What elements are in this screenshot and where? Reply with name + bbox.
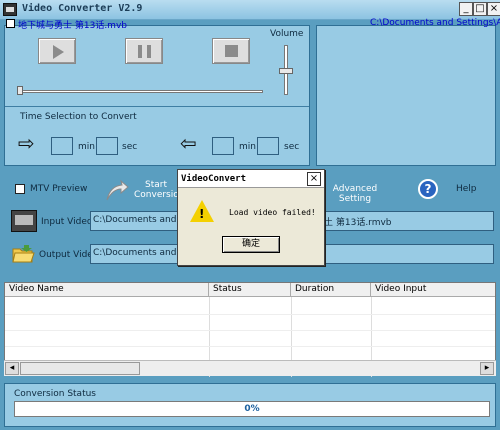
minimize-button[interactable]: _ <box>459 2 473 16</box>
advanced-setting-label-line1: Advanced <box>332 184 378 194</box>
video-preview-area <box>316 25 496 166</box>
volume-slider-thumb[interactable] <box>279 68 293 74</box>
column-header-video-name[interactable]: Video Name <box>5 283 209 297</box>
help-label[interactable]: Help <box>456 184 477 194</box>
play-icon <box>53 45 64 59</box>
column-header-status[interactable]: Status <box>209 283 291 297</box>
advanced-setting-button[interactable]: Advanced Setting <box>330 184 380 204</box>
start-min-label: min <box>78 142 95 152</box>
end-time-arrow-icon[interactable]: ⇦ <box>180 133 197 153</box>
mtv-preview-label: MTV Preview <box>30 184 88 194</box>
window-title: Video Converter V2.9 <box>22 3 143 14</box>
dialog-close-button[interactable]: × <box>307 172 321 186</box>
pause-button[interactable] <box>125 38 163 64</box>
scroll-left-icon[interactable]: ◂ <box>5 362 19 375</box>
start-conversion-icon[interactable] <box>104 178 130 204</box>
scroll-right-icon[interactable]: ▸ <box>480 362 494 375</box>
end-min-label: min <box>239 142 256 152</box>
time-selection-label: Time Selection to Convert <box>20 112 137 122</box>
row-video-name[interactable]: 地下城与勇士 第13话.mvb <box>18 18 127 31</box>
app-icon <box>3 3 17 16</box>
panel-divider <box>5 106 309 107</box>
warning-icon-mark: ! <box>199 207 205 221</box>
start-conversion-label-line2: Conversion <box>134 190 185 200</box>
dialog-ok-button[interactable]: 确定 <box>222 236 280 253</box>
mtv-preview-checkbox[interactable] <box>15 184 25 194</box>
start-sec-input[interactable] <box>96 137 118 155</box>
advanced-setting-label-line2: Setting <box>338 194 372 204</box>
column-header-duration[interactable]: Duration <box>291 283 371 297</box>
volume-label: Volume <box>270 29 304 39</box>
start-conversion-label-line1: Start <box>145 180 167 190</box>
conversion-status-label: Conversion Status <box>14 389 96 399</box>
row-checkbox[interactable] <box>6 19 15 28</box>
seek-slider-track[interactable] <box>18 90 263 93</box>
play-button[interactable] <box>38 38 76 64</box>
maximize-button[interactable]: □ <box>473 2 487 16</box>
start-conversion-button[interactable]: Start Conversion <box>134 180 185 200</box>
dialog-title: VideoConvert <box>181 174 247 184</box>
row-divider <box>5 314 495 315</box>
row-divider <box>5 346 495 347</box>
close-button[interactable]: × <box>487 2 500 16</box>
film-camera-icon <box>11 210 37 232</box>
start-time-arrow-icon[interactable]: ⇨ <box>18 133 35 153</box>
start-sec-label: sec <box>122 142 138 152</box>
folder-icon <box>12 245 35 263</box>
horizontal-scrollbar[interactable]: ◂ ▸ <box>4 360 496 376</box>
dialog-message: Load video failed! <box>229 208 316 217</box>
scrollbar-thumb[interactable] <box>20 362 140 375</box>
row-divider <box>5 330 495 331</box>
help-icon[interactable]: ? <box>418 179 438 199</box>
input-video-label: Input Video <box>41 217 93 227</box>
stop-button[interactable] <box>212 38 250 64</box>
end-min-input[interactable] <box>212 137 234 155</box>
input-video-filename: 土 第13话.rmvb <box>324 215 392 228</box>
row-video-input[interactable]: C:\Documents and Settings\Adr <box>370 18 500 28</box>
stop-icon <box>225 45 238 57</box>
seek-slider-thumb[interactable] <box>17 86 23 95</box>
end-sec-label: sec <box>284 142 300 152</box>
end-sec-input[interactable] <box>257 137 279 155</box>
pause-icon <box>138 45 151 58</box>
column-header-video-input[interactable]: Video Input <box>371 283 495 297</box>
conversion-progress-text: 0% <box>244 404 260 414</box>
start-min-input[interactable] <box>51 137 73 155</box>
